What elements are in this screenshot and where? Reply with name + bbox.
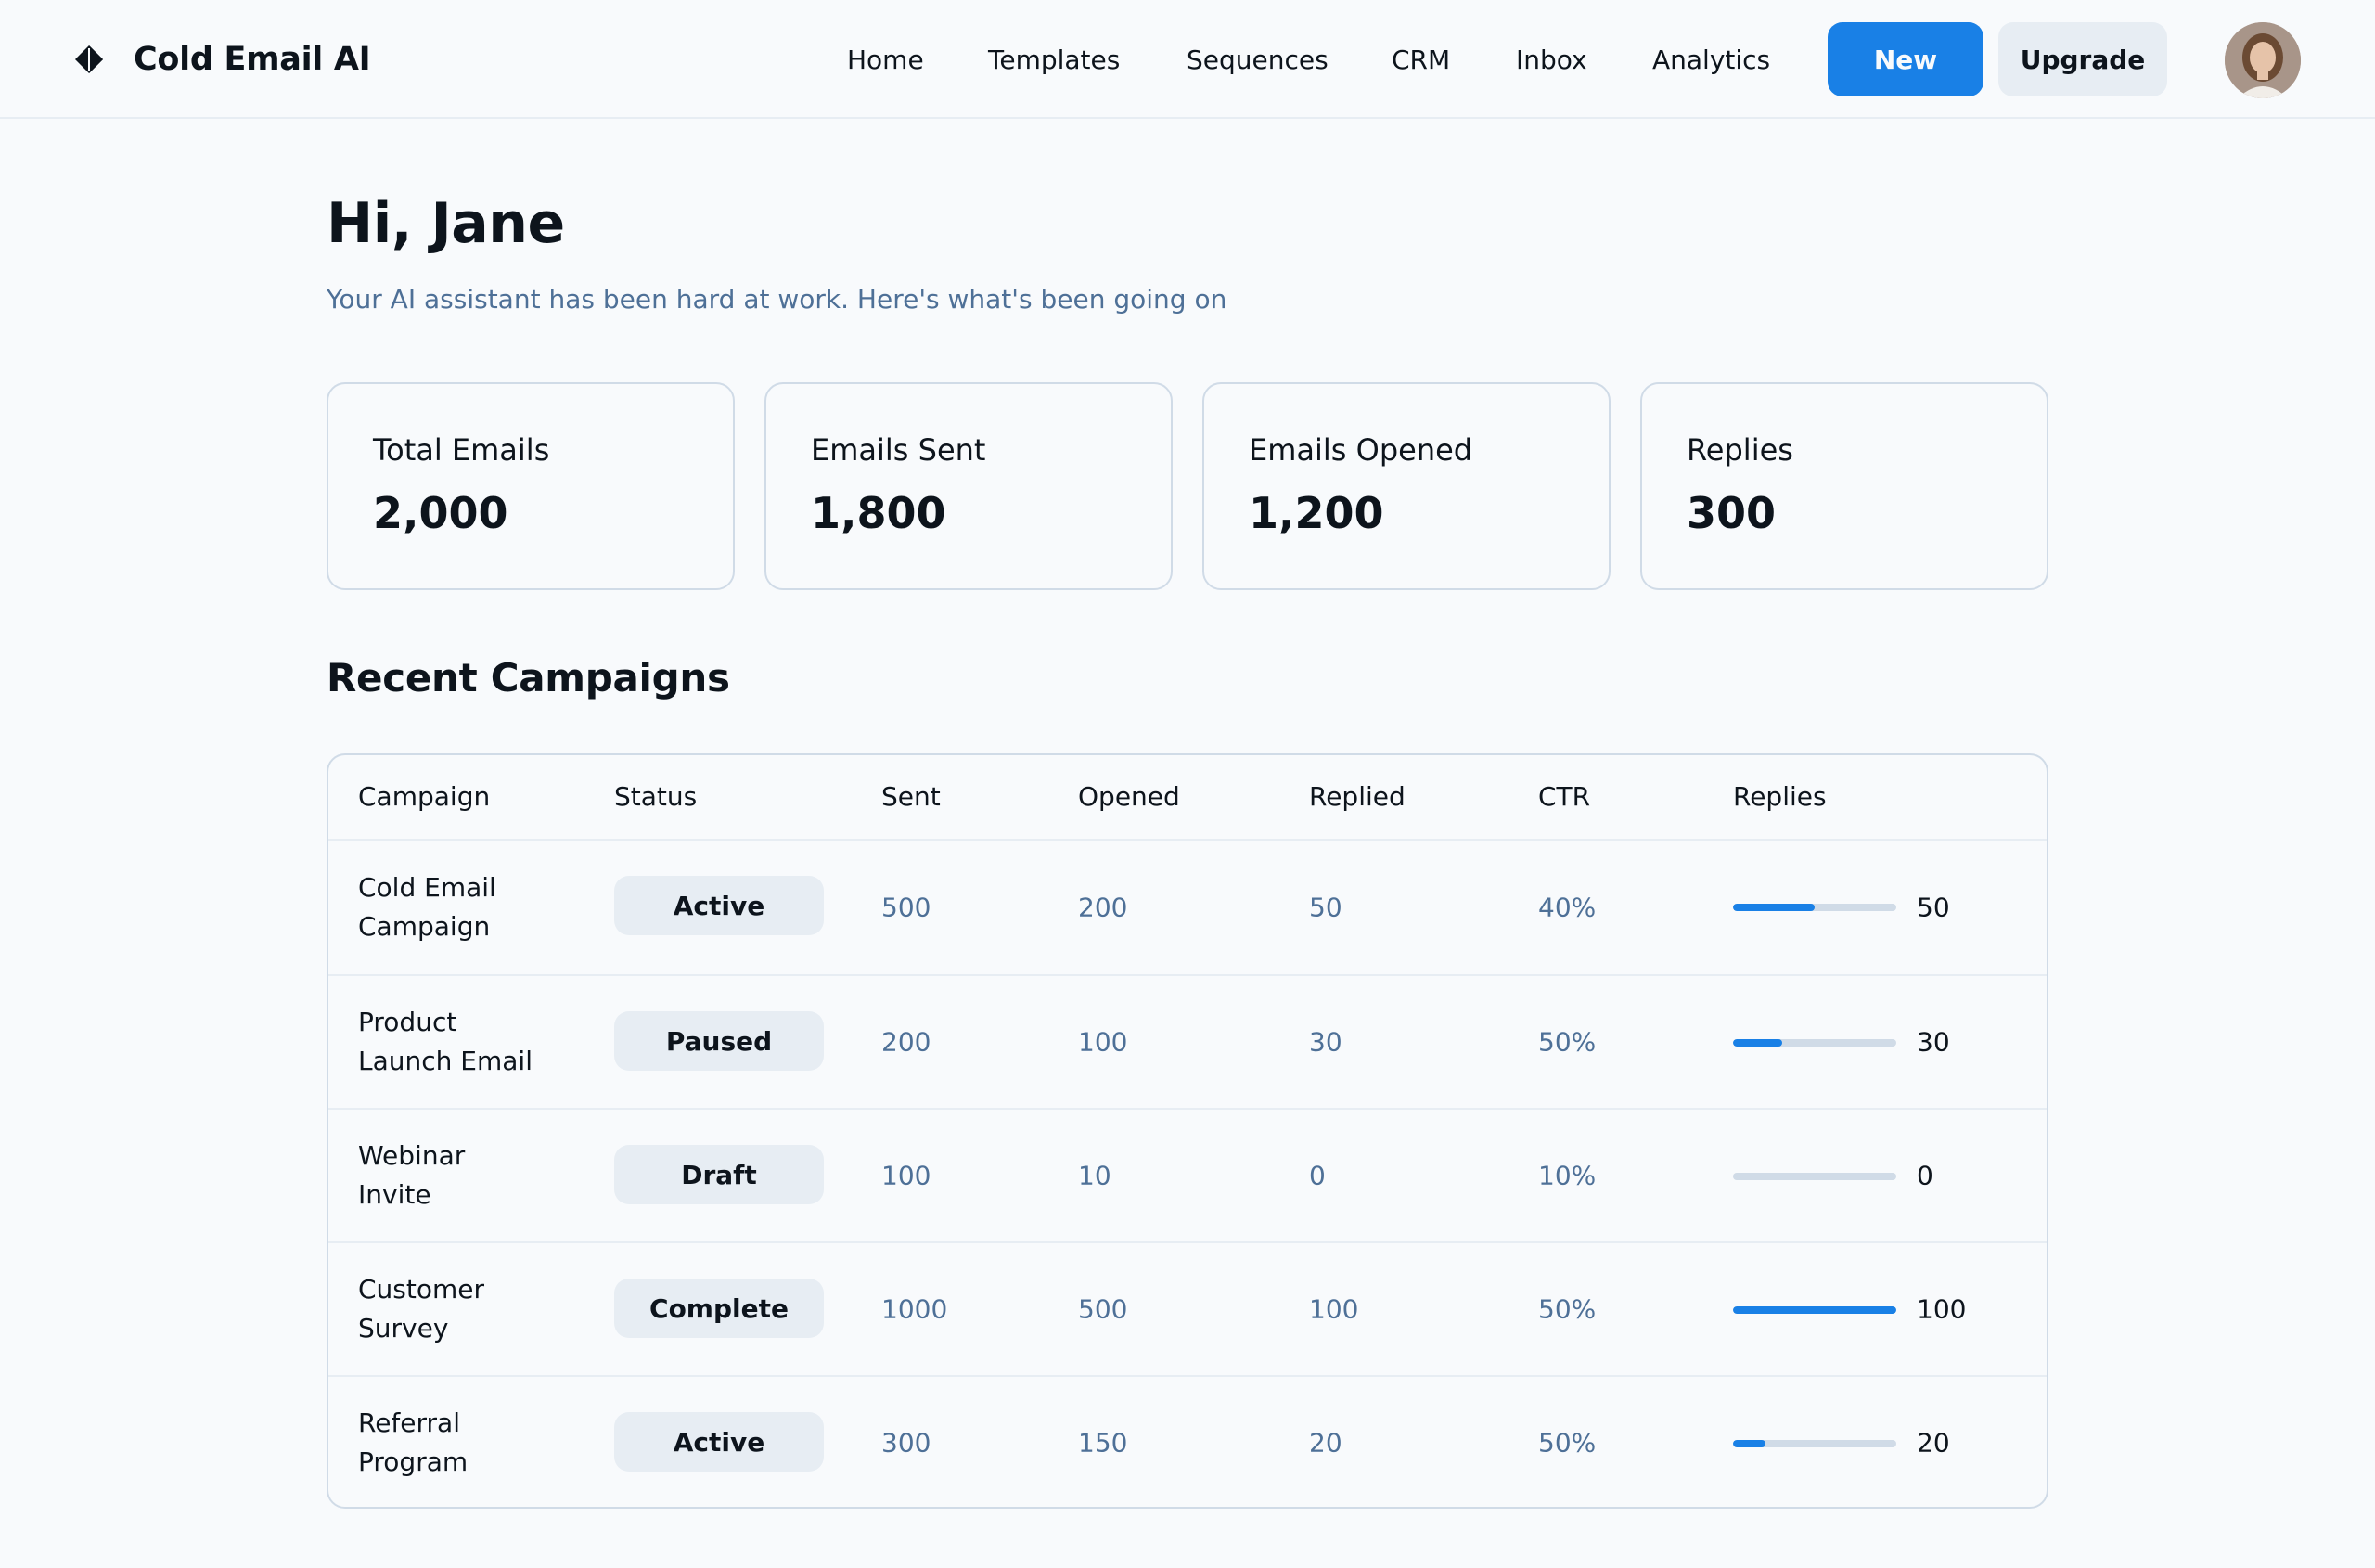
replied-value: 0	[1309, 1160, 1326, 1191]
stat-value: 300	[1687, 488, 1777, 538]
campaigns-table: Campaign Status Sent Opened Replied CTR …	[327, 753, 2048, 1509]
sent-value: 500	[881, 892, 931, 923]
nav-home[interactable]: Home	[847, 45, 924, 75]
table-row[interactable]: Referral Program Active 300 150 20 50% 20	[328, 1375, 2047, 1507]
stat-value: 1,200	[1249, 488, 1384, 538]
replied-value: 100	[1309, 1293, 1359, 1325]
replies-progress-bar	[1733, 1039, 1896, 1047]
replies-progress-fill	[1733, 904, 1815, 911]
top-navigation-bar: Cold Email AI Home Templates Sequences C…	[0, 0, 2375, 119]
table-row[interactable]: Cold Email Campaign Active 500 200 50 40% 50	[328, 841, 2047, 974]
replies-count: 50	[1917, 892, 1950, 923]
stat-card-replies: Replies 300	[1640, 382, 2048, 590]
table-row[interactable]: Webinar Invite Draft 100 10 0 10% 0	[328, 1108, 2047, 1241]
campaign-name[interactable]: Cold Email Campaign	[358, 868, 544, 946]
new-button[interactable]: New	[1828, 22, 1983, 96]
nav-analytics[interactable]: Analytics	[1652, 45, 1770, 75]
stat-card-emails-opened: Emails Opened 1,200	[1202, 382, 1611, 590]
sent-value: 300	[881, 1427, 931, 1459]
status-badge[interactable]: Complete	[614, 1279, 824, 1338]
ctr-value: 50%	[1538, 1427, 1597, 1459]
campaign-name[interactable]: Referral Program	[358, 1404, 544, 1482]
opened-value: 100	[1078, 1026, 1128, 1058]
campaign-name[interactable]: Product Launch Email	[358, 1003, 544, 1081]
greeting-subtitle: Your AI assistant has been hard at work.…	[327, 284, 1227, 315]
ctr-value: 50%	[1538, 1026, 1597, 1058]
status-badge[interactable]: Paused	[614, 1011, 824, 1071]
status-badge[interactable]: Draft	[614, 1145, 824, 1204]
opened-value: 500	[1078, 1293, 1128, 1325]
column-header-replies: Replies	[1733, 781, 1827, 812]
replies-count: 20	[1917, 1427, 1950, 1459]
opened-value: 10	[1078, 1160, 1111, 1191]
column-header-sent: Sent	[881, 781, 941, 812]
stat-card-total-emails: Total Emails 2,000	[327, 382, 735, 590]
replies-progress-bar	[1733, 1173, 1896, 1180]
nav-templates[interactable]: Templates	[988, 45, 1120, 75]
campaign-name[interactable]: Customer Survey	[358, 1270, 544, 1348]
campaign-name[interactable]: Webinar Invite	[358, 1137, 544, 1215]
replies-count: 100	[1917, 1293, 1967, 1325]
column-header-status: Status	[614, 781, 698, 812]
sent-value: 200	[881, 1026, 931, 1058]
stat-label: Replies	[1687, 432, 1793, 468]
replies-progress-bar	[1733, 904, 1896, 911]
ctr-value: 10%	[1538, 1160, 1597, 1191]
stat-label: Emails Opened	[1249, 432, 1473, 468]
sent-value: 100	[881, 1160, 931, 1191]
replies-progress-bar	[1733, 1440, 1896, 1447]
replies-progress-fill	[1733, 1039, 1782, 1047]
column-header-campaign: Campaign	[358, 781, 491, 812]
column-header-opened: Opened	[1078, 781, 1180, 812]
replied-value: 30	[1309, 1026, 1342, 1058]
upgrade-button[interactable]: Upgrade	[1998, 22, 2167, 96]
table-row[interactable]: Customer Survey Complete 1000 500 100 50% 100	[328, 1241, 2047, 1375]
user-avatar[interactable]	[2225, 22, 2301, 98]
replies-progress-fill	[1733, 1306, 1896, 1314]
nav-crm[interactable]: CRM	[1392, 45, 1450, 75]
opened-value: 150	[1078, 1427, 1128, 1459]
replies-count: 0	[1917, 1160, 1933, 1191]
status-badge[interactable]: Active	[614, 1412, 824, 1472]
replies-count: 30	[1917, 1026, 1950, 1058]
stat-label: Emails Sent	[811, 432, 986, 468]
status-badge[interactable]: Active	[614, 876, 824, 935]
replied-value: 50	[1309, 892, 1342, 923]
recent-campaigns-heading: Recent Campaigns	[327, 655, 730, 700]
ctr-value: 40%	[1538, 892, 1597, 923]
greeting-heading: Hi, Jane	[327, 191, 565, 256]
stat-card-emails-sent: Emails Sent 1,800	[764, 382, 1173, 590]
nav-sequences[interactable]: Sequences	[1187, 45, 1329, 75]
nav-inbox[interactable]: Inbox	[1516, 45, 1587, 75]
stat-value: 1,800	[811, 488, 946, 538]
column-header-replied: Replied	[1309, 781, 1406, 812]
replies-progress-fill	[1733, 1440, 1766, 1447]
stat-value: 2,000	[373, 488, 508, 538]
replied-value: 20	[1309, 1427, 1342, 1459]
column-header-ctr: CTR	[1538, 781, 1591, 812]
table-header-row: Campaign Status Sent Opened Replied CTR …	[328, 755, 2047, 841]
stat-label: Total Emails	[373, 432, 550, 468]
opened-value: 200	[1078, 892, 1128, 923]
sent-value: 1000	[881, 1293, 948, 1325]
ctr-value: 50%	[1538, 1293, 1597, 1325]
replies-progress-bar	[1733, 1306, 1896, 1314]
table-row[interactable]: Product Launch Email Paused 200 100 30 50% 30	[328, 974, 2047, 1108]
